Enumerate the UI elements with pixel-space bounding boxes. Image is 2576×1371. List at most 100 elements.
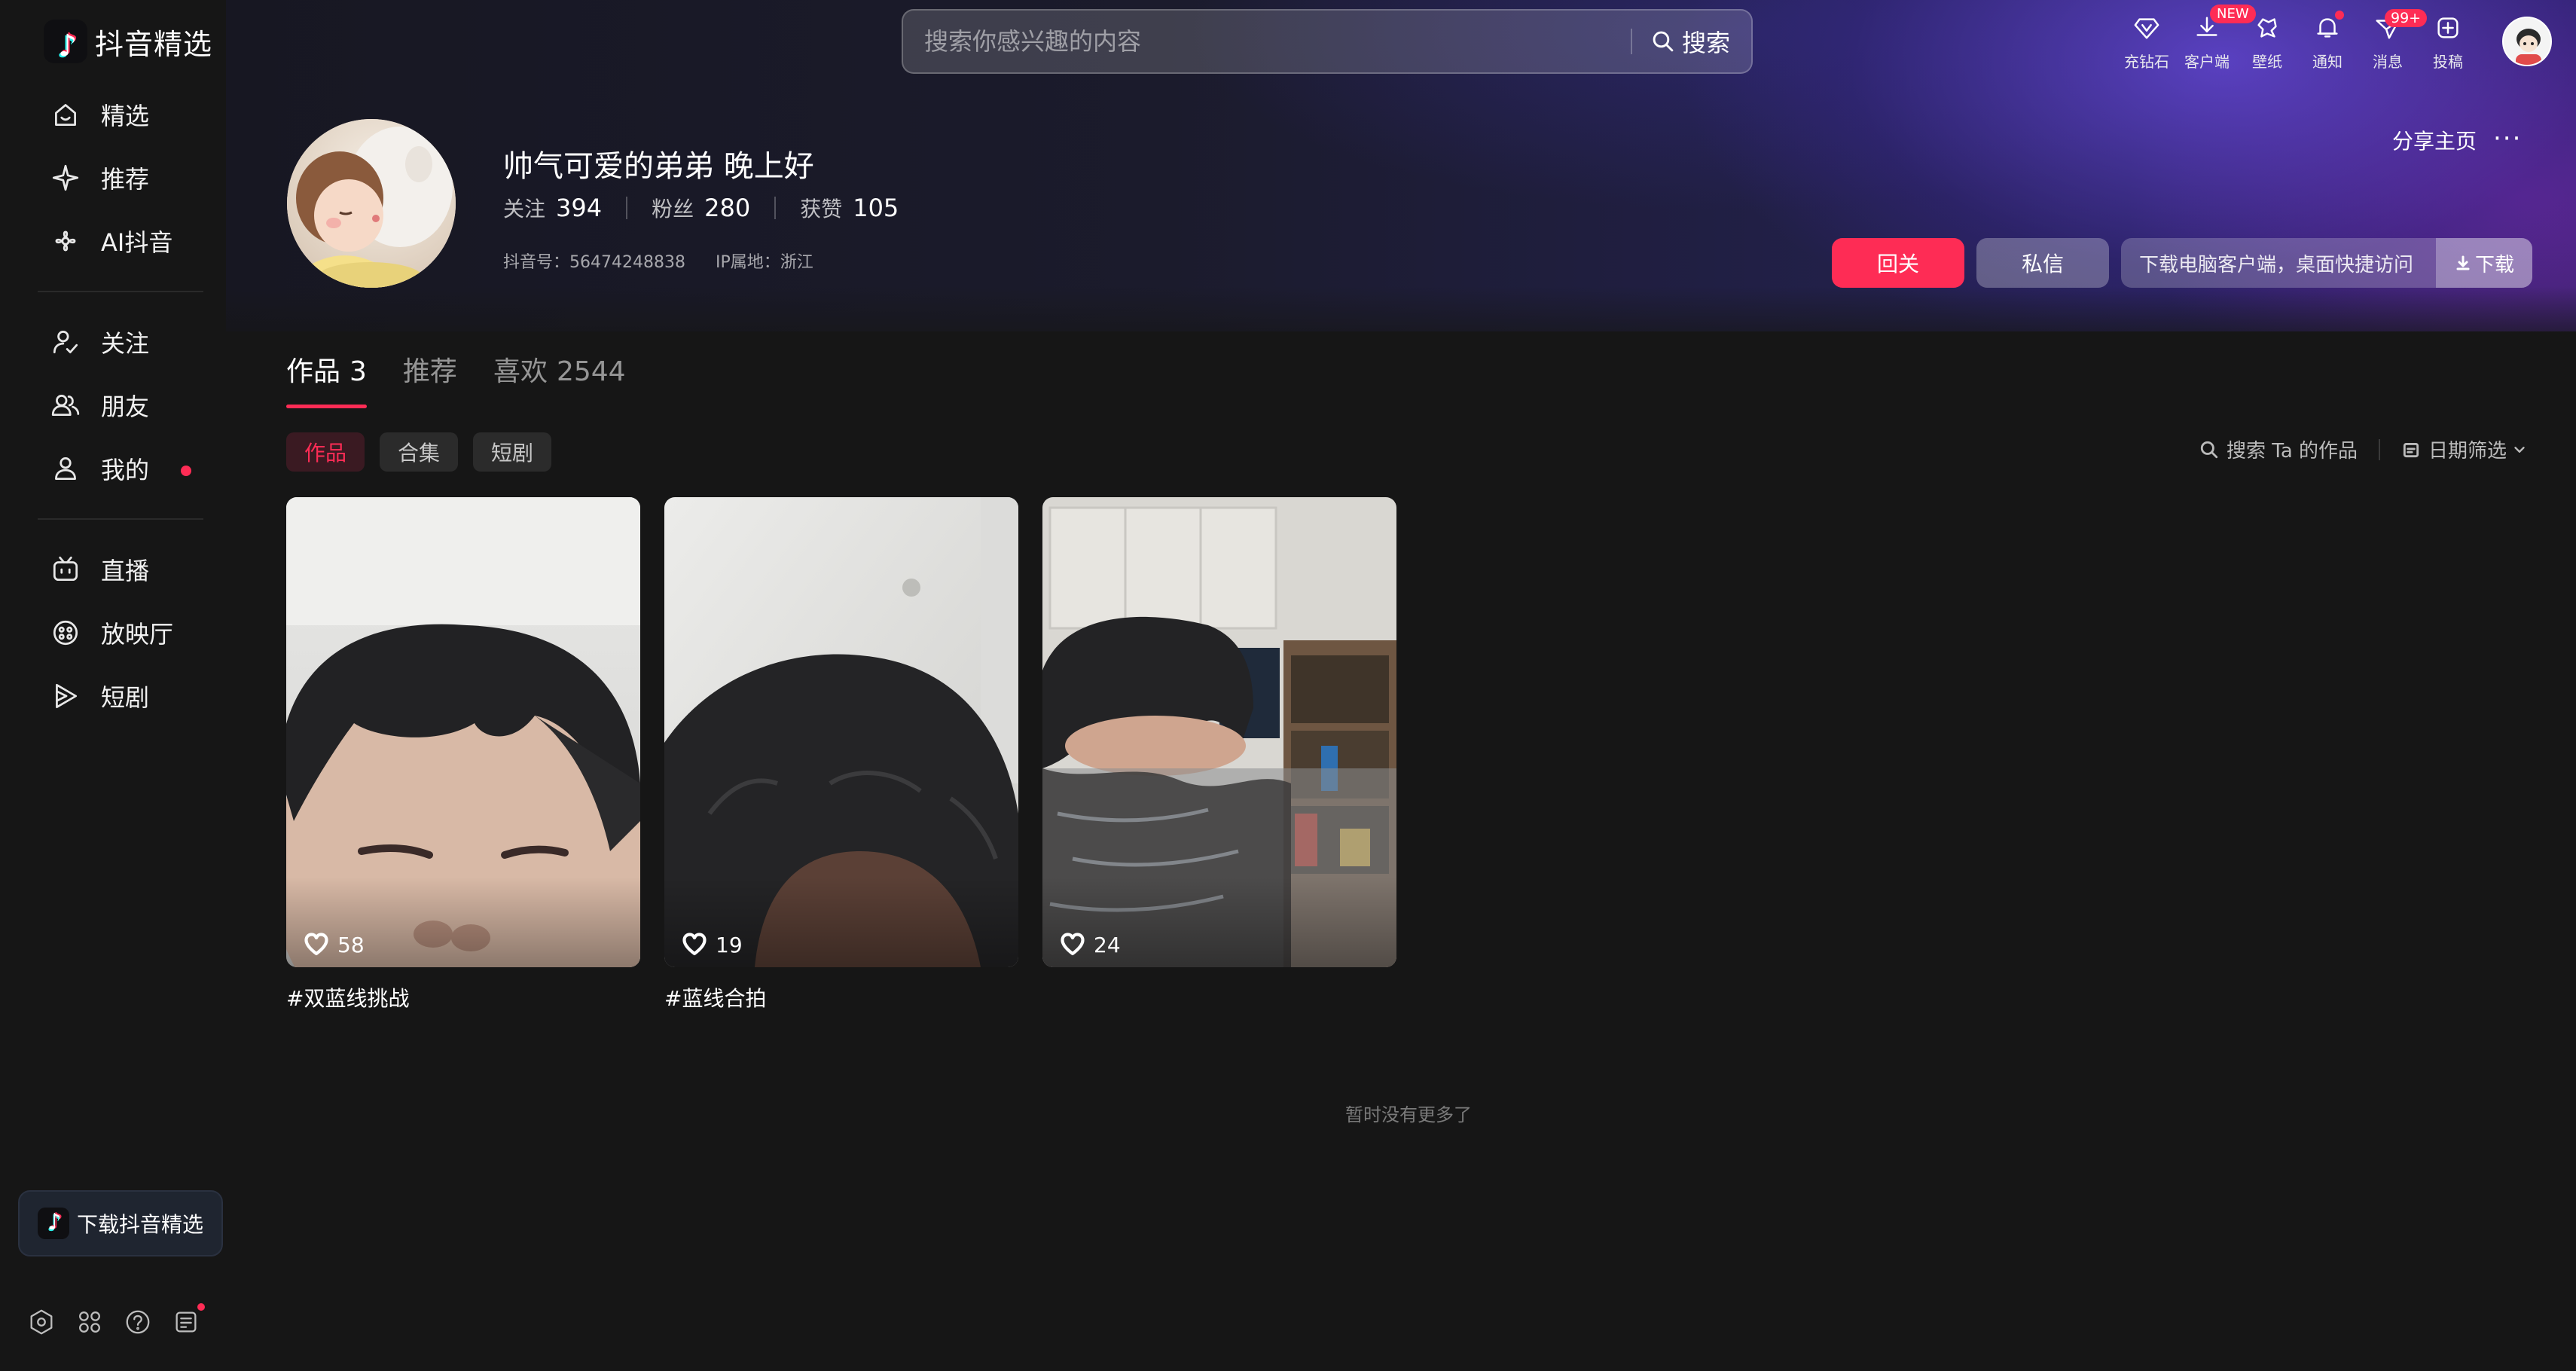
- recharge-diamond-button[interactable]: 充钻石: [2117, 11, 2177, 72]
- private-message-button[interactable]: 私信: [1976, 238, 2109, 288]
- tab-recommend[interactable]: 推荐: [403, 350, 457, 408]
- date-filter-dropdown[interactable]: 日期筛选: [2401, 435, 2528, 463]
- download-app-label: 下载抖音精选: [77, 1212, 204, 1237]
- like-count: 24: [1094, 932, 1121, 957]
- sidebar-bottom-icons: [27, 1303, 205, 1336]
- search-input[interactable]: [903, 11, 1631, 72]
- stat-divider: [626, 197, 628, 219]
- search-works-button[interactable]: 搜索 Ta 的作品: [2199, 435, 2358, 463]
- live-tv-icon: [53, 556, 78, 582]
- wallpaper-button[interactable]: 壁纸: [2237, 11, 2297, 72]
- feedback-button[interactable]: [172, 1303, 205, 1336]
- download-app-button[interactable]: ♪ ♪ ♪ 下载抖音精选: [18, 1190, 223, 1256]
- sidebar-nav: 精选 推荐 AI抖音 关注 朋友 我的 直播 放映厅 短剧: [0, 83, 226, 728]
- heart-icon: [1061, 933, 1085, 956]
- search-icon: [1653, 31, 1674, 52]
- stat-followers[interactable]: 粉丝 280: [652, 193, 750, 223]
- wallpaper-icon: [2257, 18, 2277, 38]
- sidebar-item-following[interactable]: 关注: [0, 310, 226, 374]
- stat-divider: [774, 197, 777, 219]
- follow-back-button[interactable]: 回关: [1832, 238, 1964, 288]
- video-thumbnail: 19: [664, 497, 1018, 967]
- heart-icon: [304, 933, 328, 956]
- sidebar-item-cinema[interactable]: 放映厅: [0, 601, 226, 664]
- user-avatar[interactable]: [2502, 17, 2552, 66]
- video-caption: [1042, 982, 1396, 1012]
- download-button-label: 下载: [2474, 253, 2514, 276]
- chip-short-drama[interactable]: 短剧: [473, 432, 552, 472]
- settings-icon: [30, 1309, 53, 1335]
- chevron-down-icon: [2514, 446, 2525, 453]
- short-drama-play-icon: [56, 683, 78, 709]
- video-card[interactable]: 24: [1042, 497, 1396, 1012]
- chip-collections[interactable]: 合集: [380, 432, 459, 472]
- stat-following[interactable]: 关注 394: [503, 193, 602, 223]
- tab-count: 3: [349, 356, 367, 387]
- stat-label: 粉丝: [652, 197, 694, 221]
- tab-likes[interactable]: 喜欢 2544: [493, 350, 626, 408]
- share-profile-button[interactable]: 分享主页: [2392, 125, 2477, 155]
- sidebar-item-mine[interactable]: 我的: [0, 437, 226, 500]
- sparkle-icon: [52, 164, 79, 191]
- more-options-button[interactable]: ···: [2493, 124, 2522, 154]
- app-root: ♪ ♪ ♪ 抖音精选 精选 推荐 AI抖音 关注 朋友 我的 直播 放映厅 短剧…: [0, 0, 2576, 1371]
- profile-stats: 关注 394 粉丝 280 获赞 105: [503, 193, 899, 223]
- notification-button[interactable]: 通知: [2297, 11, 2358, 72]
- video-likes: 24: [1059, 931, 1121, 958]
- stat-label: 关注: [503, 197, 546, 221]
- sidebar-item-label: 直播: [101, 557, 150, 585]
- video-thumbnail: 24: [1042, 497, 1396, 967]
- search-button[interactable]: 搜索: [1632, 24, 1751, 59]
- sidebar-item-short-drama[interactable]: 短剧: [0, 664, 226, 728]
- video-card[interactable]: 19 #蓝线合拍: [664, 497, 1018, 1012]
- top-action-label: 通知: [2312, 53, 2343, 71]
- app-logo[interactable]: ♪ ♪ ♪ 抖音精选: [44, 20, 212, 63]
- video-caption: #双蓝线挑战: [286, 986, 410, 1011]
- sidebar-item-featured[interactable]: 精选: [0, 83, 226, 146]
- apps-button[interactable]: [75, 1308, 104, 1336]
- douyin-id: 抖音号：56474248838: [503, 253, 685, 272]
- tab-label: 喜欢: [493, 356, 548, 387]
- ip-location: IP属地：浙江: [715, 253, 813, 272]
- video-thumbnail: 58: [286, 497, 640, 967]
- client-download-button[interactable]: NEW 客户端: [2177, 5, 2256, 72]
- share-profile-label: 分享主页: [2392, 129, 2477, 154]
- sidebar-item-live[interactable]: 直播: [0, 538, 226, 601]
- end-of-list-text: 暂时没有更多了: [1345, 1104, 1472, 1125]
- upload-plus-icon: [2437, 17, 2458, 38]
- home-smile-icon: [55, 104, 76, 127]
- top-actions: 充钻石 NEW 客户端 壁纸 通知 99+ 消息 投稿: [2117, 5, 2478, 72]
- help-button[interactable]: [124, 1308, 152, 1336]
- tab-works[interactable]: 作品 3: [286, 350, 367, 408]
- app-name: 抖音精选: [95, 27, 213, 61]
- sidebar-item-label: 朋友: [101, 392, 150, 421]
- download-button[interactable]: 下载: [2436, 238, 2532, 288]
- top-action-label: 投稿: [2433, 53, 2463, 71]
- tab-label: 作品: [286, 356, 341, 387]
- sidebar-item-label: 我的: [101, 456, 150, 484]
- date-filter-label: 日期筛选: [2428, 440, 2507, 463]
- sidebar-item-ai-douyin[interactable]: AI抖音: [0, 209, 226, 273]
- download-icon: [2456, 255, 2470, 270]
- settings-button[interactable]: [27, 1308, 56, 1336]
- chip-works[interactable]: 作品: [286, 432, 365, 472]
- video-grid: 58 #双蓝线挑战 19 #蓝线合拍 24: [286, 497, 1421, 1012]
- filter-divider: [2379, 438, 2381, 460]
- tab-count: 2544: [556, 356, 626, 387]
- profile-name: 帅气可爱的弟弟 晚上好: [503, 149, 814, 184]
- notification-dot: [181, 466, 191, 476]
- video-likes: 19: [681, 931, 743, 958]
- profile-tabs: 作品 3 推荐 喜欢 2544: [286, 350, 662, 408]
- like-count: 19: [716, 932, 743, 957]
- upload-button[interactable]: 投稿: [2418, 11, 2478, 72]
- profile-avatar[interactable]: [287, 119, 456, 288]
- message-button[interactable]: 99+ 消息: [2358, 9, 2428, 72]
- sidebar-item-recommend[interactable]: 推荐: [0, 146, 226, 209]
- sidebar-item-friends[interactable]: 朋友: [0, 374, 226, 437]
- video-card[interactable]: 58 #双蓝线挑战: [286, 497, 640, 1012]
- douyin-logo-icon: ♪ ♪ ♪: [44, 20, 87, 63]
- stat-label: 获赞: [800, 197, 843, 221]
- video-likes: 58: [303, 931, 365, 958]
- profile-meta: 抖音号：56474248838 IP属地：浙江: [503, 249, 813, 273]
- feedback-note-icon: [175, 1311, 197, 1333]
